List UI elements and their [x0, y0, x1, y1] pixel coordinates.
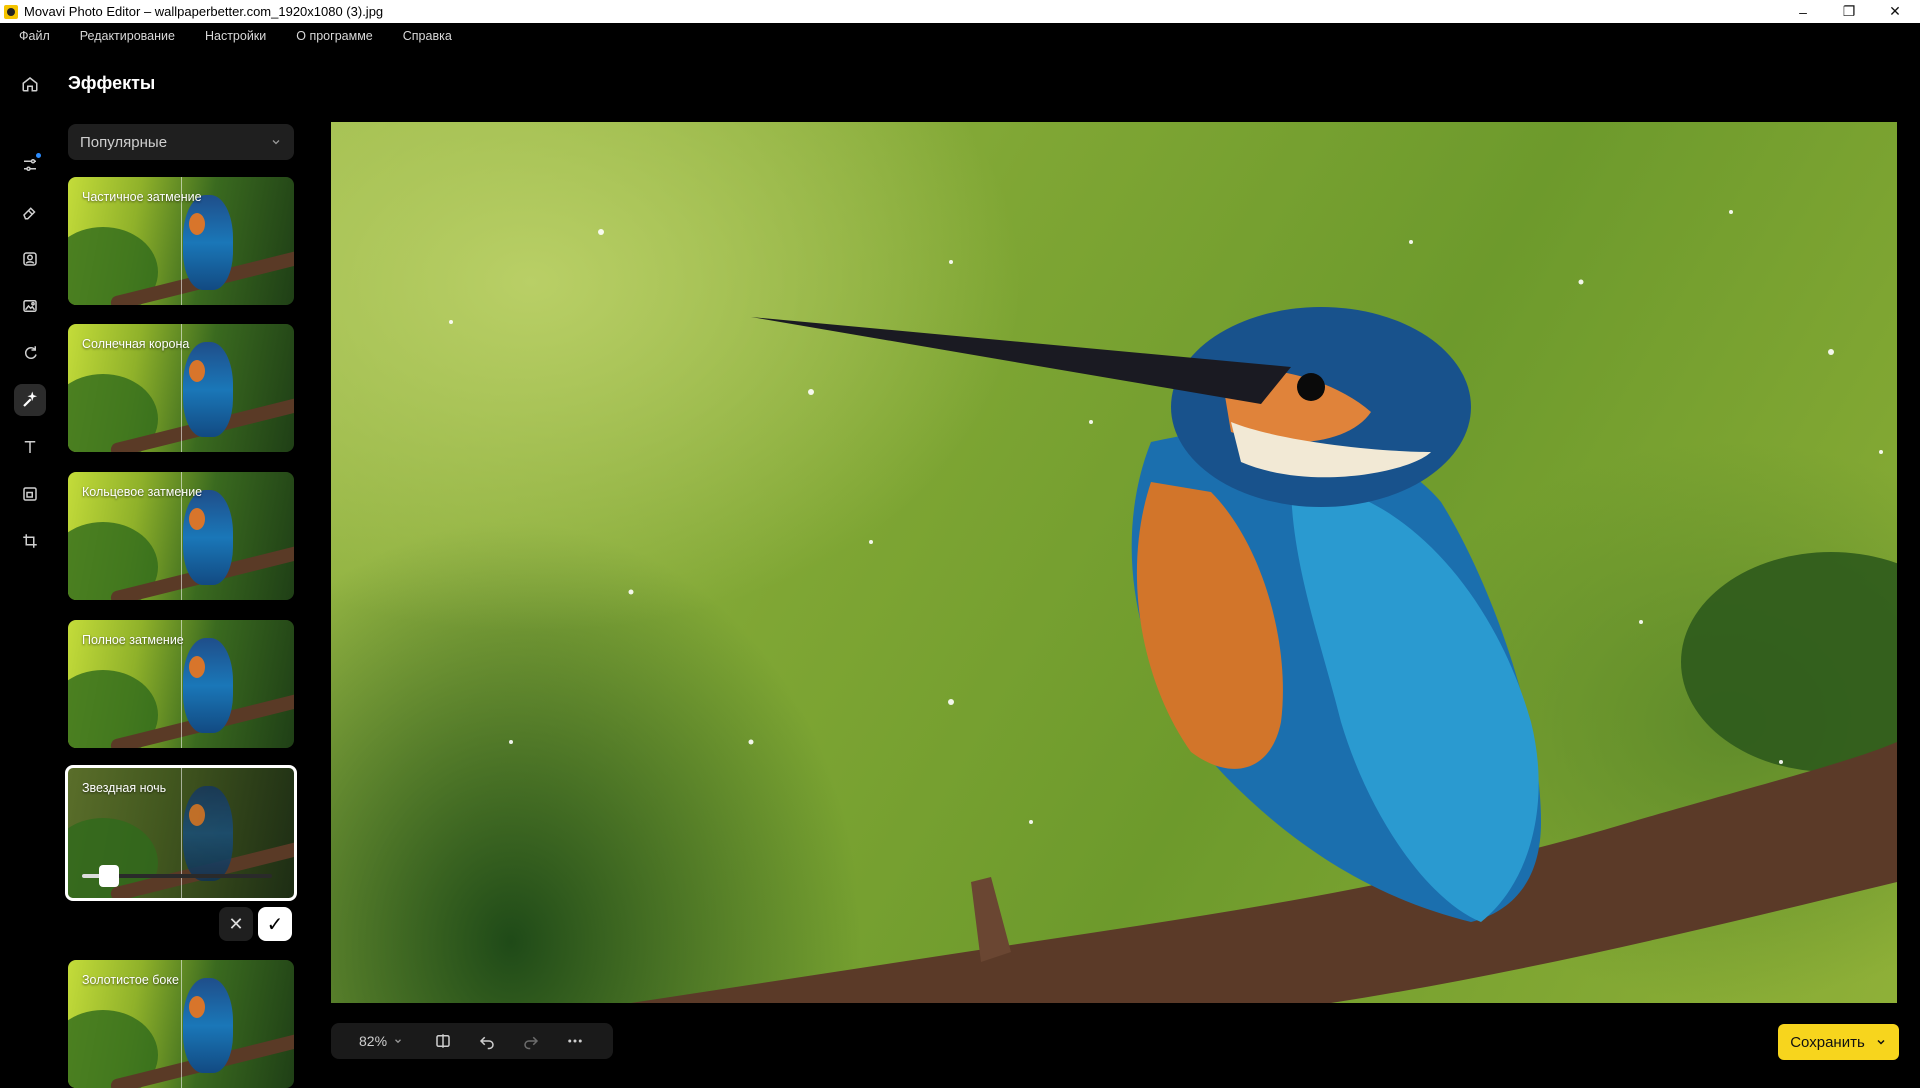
- redo-button[interactable]: [509, 1023, 553, 1059]
- frames-button[interactable]: [14, 478, 46, 510]
- retouch-button[interactable]: [14, 196, 46, 228]
- intensity-slider[interactable]: [82, 865, 272, 887]
- before-after-divider: [181, 768, 182, 898]
- cancel-effect-button[interactable]: ✕: [219, 907, 253, 941]
- chevron-down-icon: [395, 1039, 401, 1044]
- photo-canvas[interactable]: [331, 122, 1897, 1003]
- apply-effect-button[interactable]: ✓: [258, 907, 292, 941]
- adjust-button[interactable]: [14, 149, 46, 181]
- check-icon: ✓: [266, 913, 284, 936]
- adjust-sliders-icon: [24, 159, 36, 171]
- category-value: Популярные: [80, 133, 168, 151]
- zoom-dropdown[interactable]: 82%: [331, 1033, 421, 1049]
- thumbnail-bird: [183, 786, 233, 881]
- thumbnail-bird: [183, 195, 233, 290]
- effect-label: Звездная ночь: [82, 781, 167, 795]
- portrait-button[interactable]: [14, 243, 46, 275]
- effect-label: Частичное затмение: [82, 190, 202, 204]
- frame-icon: [23, 487, 37, 501]
- portrait-icon: [23, 252, 37, 266]
- effect-label: Золотистое боке: [82, 973, 179, 987]
- effect-card-annular-eclipse[interactable]: Кольцевое затмение: [68, 472, 294, 600]
- chevron-down-icon: [1877, 1039, 1885, 1045]
- zoom-level: 82%: [359, 1033, 388, 1049]
- save-button[interactable]: Сохранить: [1778, 1024, 1899, 1060]
- window-title: Movavi Photo Editor – wallpaperbetter.co…: [24, 4, 384, 19]
- thumbnail-bird: [183, 342, 233, 437]
- text-icon: [24, 441, 36, 453]
- home-button[interactable]: [14, 68, 46, 100]
- image-replace-icon: [23, 300, 37, 312]
- effect-label: Солнечная корона: [82, 337, 190, 351]
- menu-settings[interactable]: Настройки: [190, 29, 281, 43]
- menu-file[interactable]: Файл: [0, 29, 65, 43]
- effects-button[interactable]: [14, 384, 46, 416]
- minimize-button[interactable]: –: [1780, 0, 1826, 23]
- eraser-icon: [23, 207, 36, 220]
- effect-card-total-eclipse[interactable]: Полное затмение: [68, 620, 294, 748]
- more-button[interactable]: [553, 1023, 597, 1059]
- undo-icon: [479, 1036, 494, 1050]
- effect-label: Полное затмение: [82, 633, 184, 647]
- maximize-button[interactable]: ❐: [1826, 0, 1872, 23]
- thumbnail-bird: [183, 490, 233, 585]
- crop-icon: [23, 534, 37, 548]
- app-logo-icon: [4, 4, 18, 19]
- thumbnail-bird: [183, 978, 233, 1073]
- effect-card-golden-bokeh[interactable]: Золотистое боке: [68, 960, 294, 1088]
- undo-button[interactable]: [465, 1023, 509, 1059]
- panel-title: Эффекты: [68, 73, 156, 93]
- leaf: [1681, 552, 1897, 772]
- branch-twig: [971, 877, 1011, 962]
- thumbnail-bird: [183, 638, 233, 733]
- close-icon: ✕: [228, 913, 244, 934]
- effect-card-solar-corona[interactable]: Солнечная корона: [68, 324, 294, 452]
- rotate-icon: [24, 346, 37, 359]
- text-button[interactable]: [14, 431, 46, 463]
- menu-about[interactable]: О программе: [281, 29, 387, 43]
- background-replace-button[interactable]: [14, 290, 46, 322]
- window-titlebar: Movavi Photo Editor – wallpaperbetter.co…: [0, 0, 1920, 23]
- redo-icon: [524, 1036, 539, 1050]
- save-button-label: Сохранить: [1790, 1033, 1865, 1051]
- close-window-button[interactable]: ✕: [1872, 0, 1918, 23]
- chevron-down-icon: [272, 140, 280, 145]
- before-after-divider: [181, 960, 182, 1088]
- compare-button[interactable]: [421, 1023, 465, 1059]
- intensity-slider-thumb[interactable]: [98, 865, 119, 887]
- effect-card-starry-night[interactable]: Звездная ночь: [65, 765, 297, 901]
- menu-help[interactable]: Справка: [388, 29, 467, 43]
- notification-dot: [36, 153, 41, 158]
- effect-card-partial-eclipse[interactable]: Частичное затмение: [68, 177, 294, 305]
- effect-label: Кольцевое затмение: [82, 485, 203, 499]
- effects-wand-icon: [23, 391, 38, 407]
- bird-beak: [751, 317, 1291, 404]
- category-dropdown[interactable]: Популярные: [68, 124, 294, 160]
- crop-button[interactable]: [14, 525, 46, 557]
- rotate-button[interactable]: [14, 337, 46, 369]
- compare-icon: [436, 1034, 450, 1048]
- home-icon: [22, 77, 38, 92]
- bird-eye: [1297, 373, 1325, 401]
- photo-artwork: [449, 210, 1897, 1003]
- canvas-toolbar: 82%: [331, 1023, 613, 1059]
- menu-bar: Файл Редактирование Настройки О программ…: [0, 23, 1920, 48]
- more-icon: [568, 1039, 582, 1043]
- menu-edit[interactable]: Редактирование: [65, 29, 190, 43]
